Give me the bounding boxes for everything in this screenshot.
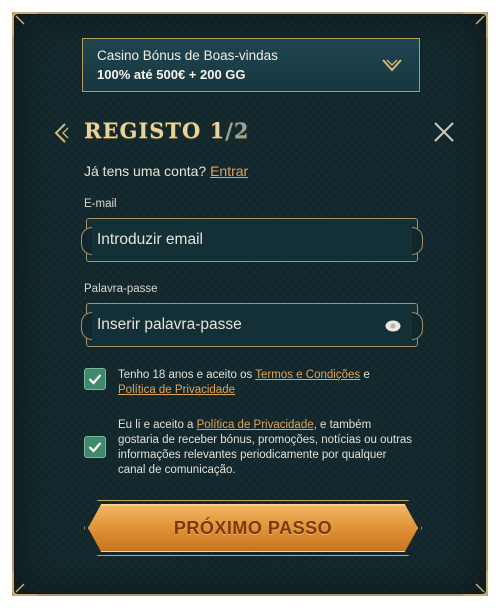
- password-field-wrapper: [86, 303, 423, 347]
- next-step-button[interactable]: PRÓXIMO PASSO: [88, 504, 418, 552]
- marketing-text: Eu li e aceito a Política de Privacidade…: [118, 418, 414, 478]
- close-button[interactable]: [432, 120, 456, 144]
- terms-consent: Tenho 18 anos e aceito os Termos e Condi…: [84, 368, 414, 398]
- terms-checkbox[interactable]: [84, 368, 106, 390]
- email-field[interactable]: [97, 219, 387, 261]
- bonus-selector[interactable]: Casino Bónus de Boas-vindas 100% até 500…: [82, 38, 420, 92]
- title-total: /2: [225, 118, 250, 143]
- check-icon: [88, 374, 102, 385]
- login-prompt: Já tens uma conta? Entrar: [84, 163, 248, 179]
- privacy-link[interactable]: Política de Privacidade: [118, 384, 235, 396]
- login-link[interactable]: Entrar: [210, 163, 248, 179]
- email-field-wrapper: [86, 218, 423, 262]
- login-prompt-text: Já tens uma conta?: [84, 163, 207, 179]
- eye-icon[interactable]: [385, 319, 401, 332]
- password-label: Palavra-passe: [84, 283, 158, 295]
- close-icon: [434, 122, 454, 142]
- marketing-checkbox[interactable]: [84, 436, 106, 458]
- terms-connector: e: [363, 369, 370, 381]
- terms-link[interactable]: Termos e Condições: [255, 369, 360, 381]
- marketing-privacy-link[interactable]: Política de Privacidade: [197, 419, 314, 431]
- bonus-title: Casino Bónus de Boas-vindas: [97, 48, 278, 63]
- corner-ornament: [12, 570, 38, 596]
- password-field[interactable]: [97, 304, 387, 346]
- chevron-down-icon: [381, 57, 403, 73]
- terms-text-before: Tenho 18 anos e aceito os: [118, 369, 253, 381]
- corner-ornament: [462, 12, 488, 38]
- terms-text: Tenho 18 anos e aceito os Termos e Condi…: [118, 368, 370, 398]
- corner-ornament: [462, 570, 488, 596]
- page-title: REGISTO 1/2: [84, 118, 250, 143]
- corner-ornament: [12, 12, 38, 38]
- email-label: E-mail: [84, 198, 117, 210]
- back-button[interactable]: [52, 122, 70, 144]
- bonus-amount: 100% até 500€ + 200 GG: [97, 67, 246, 82]
- marketing-text-before: Eu li e aceito a: [118, 419, 194, 431]
- chevron-left-icon: [54, 123, 69, 143]
- check-icon: [88, 442, 102, 453]
- next-step-label: PRÓXIMO PASSO: [173, 517, 333, 538]
- registration-modal: Casino Bónus de Boas-vindas 100% até 500…: [12, 12, 488, 596]
- marketing-consent: Eu li e aceito a Política de Privacidade…: [84, 418, 414, 478]
- title-step: REGISTO 1: [84, 118, 226, 143]
